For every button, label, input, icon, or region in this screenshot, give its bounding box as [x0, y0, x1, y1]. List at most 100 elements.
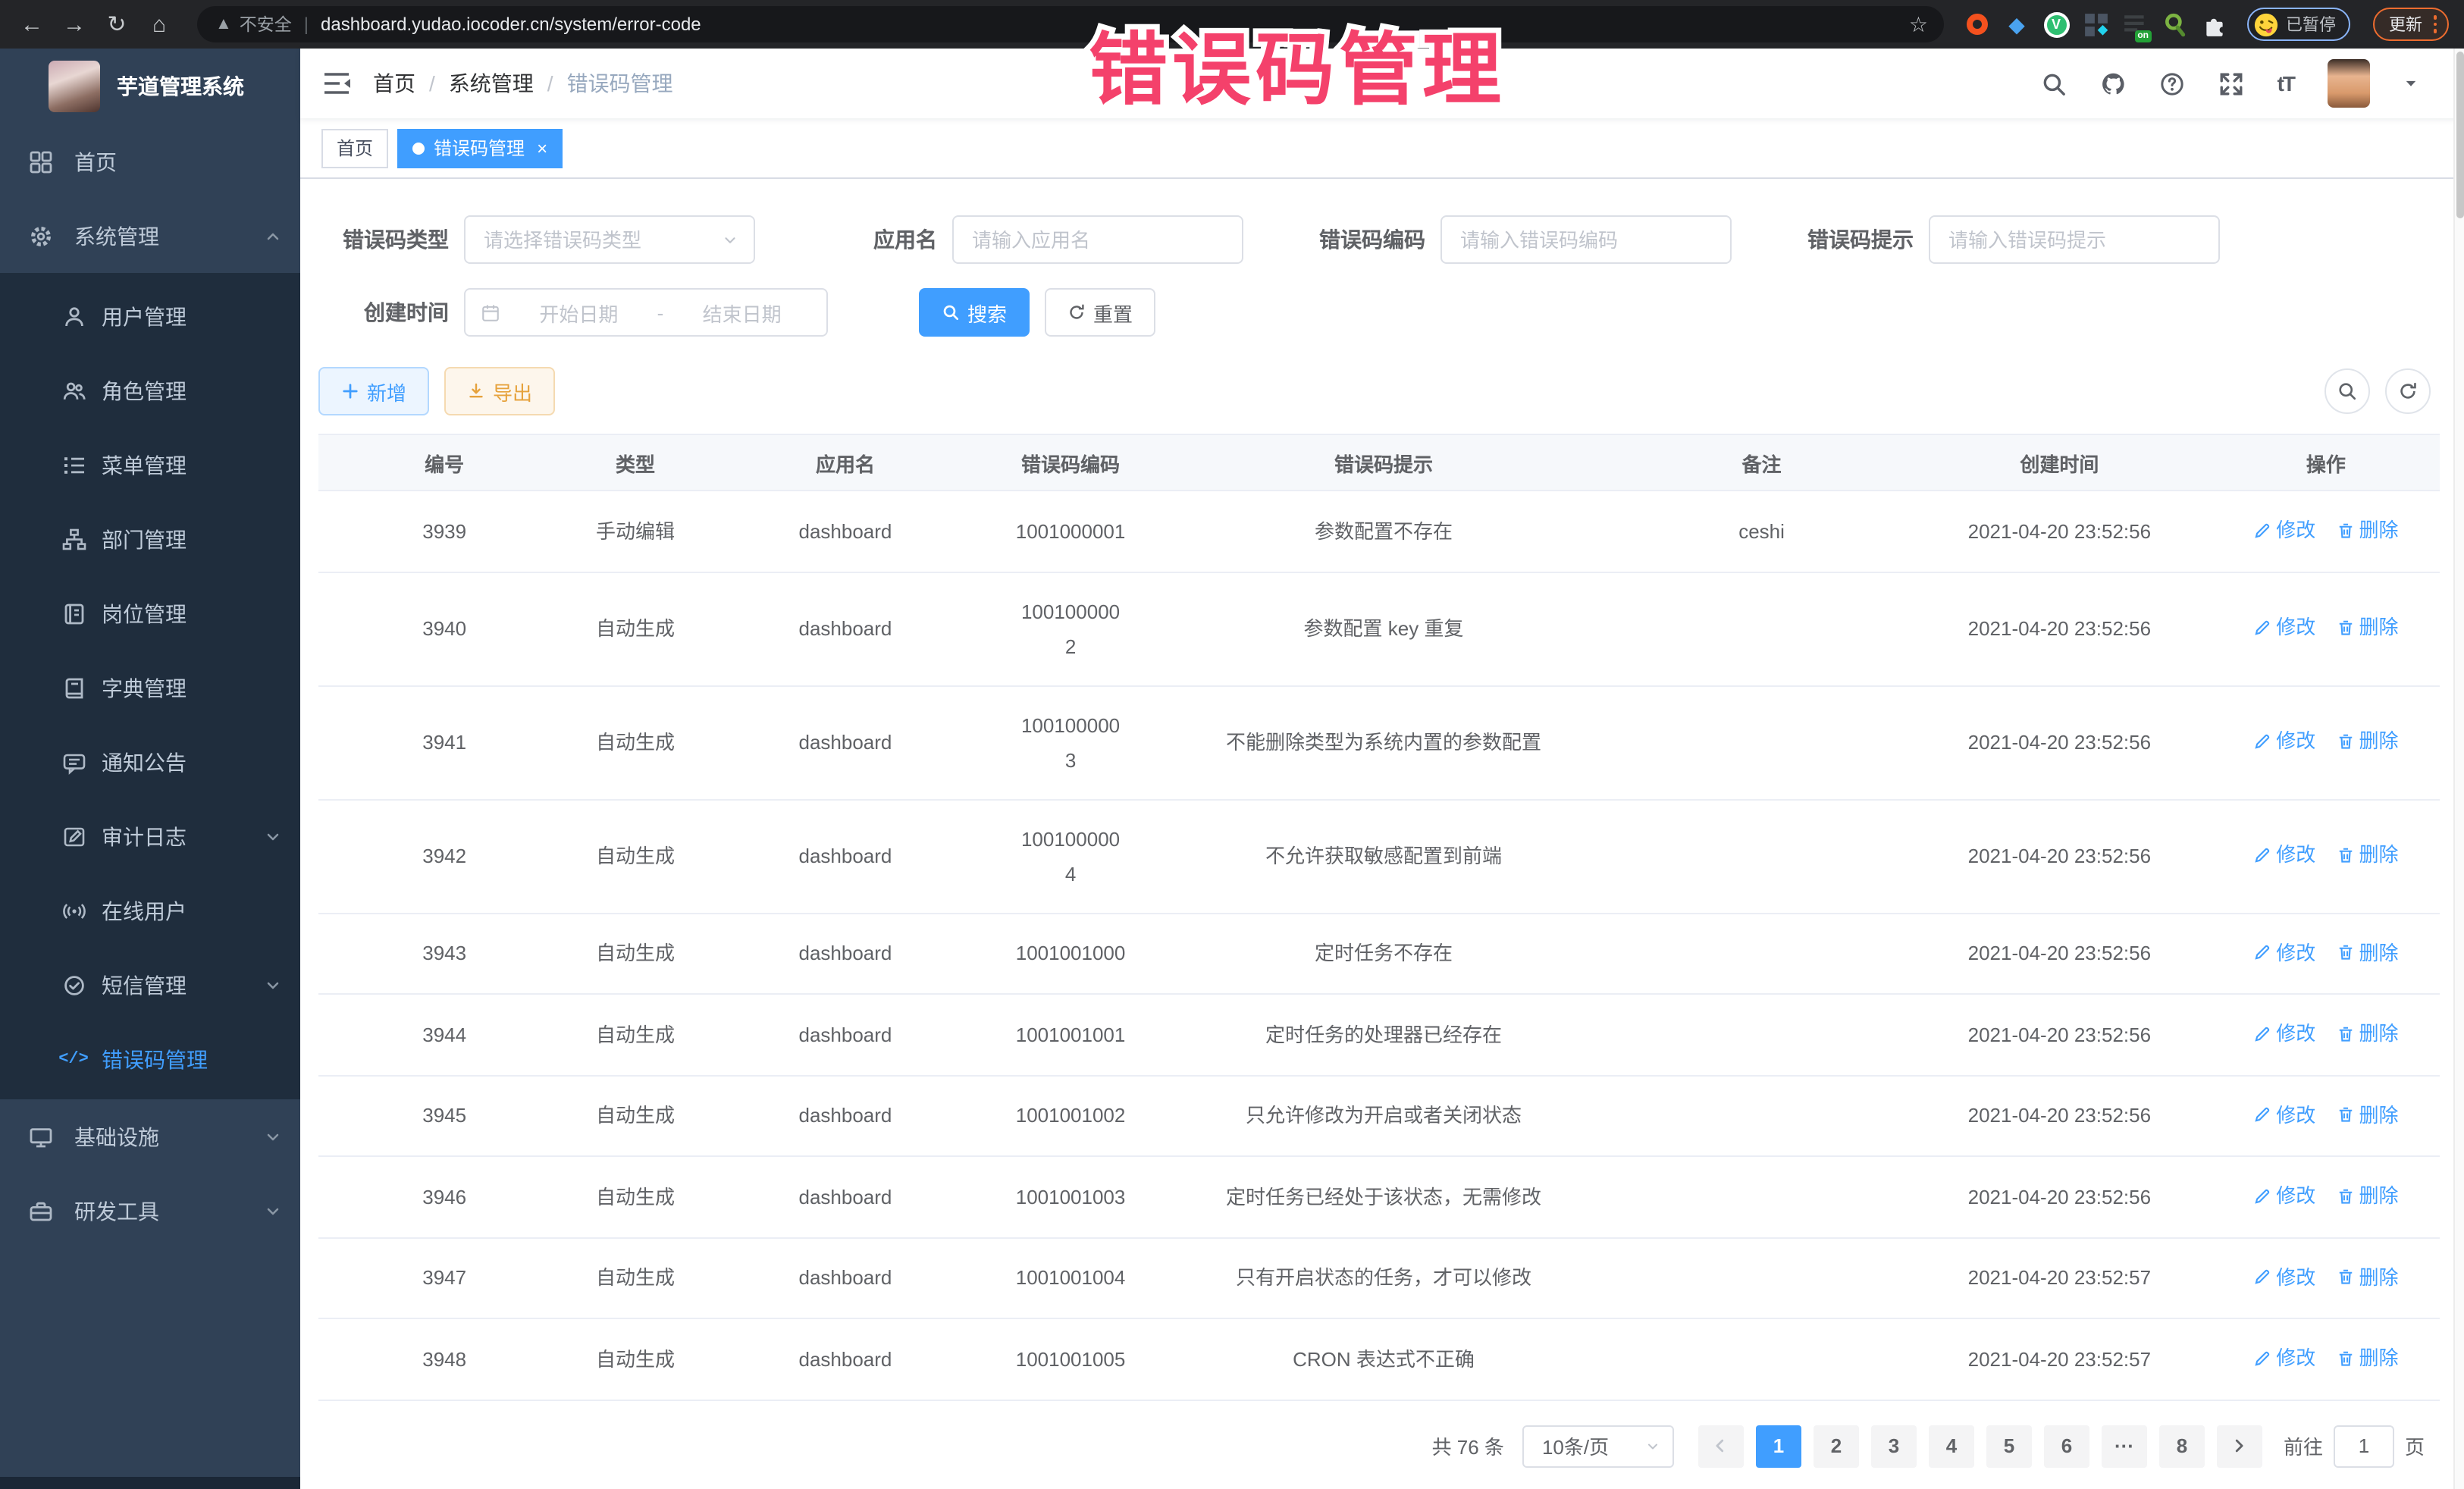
table-search-icon[interactable] [2324, 368, 2370, 414]
browser-update-button[interactable]: 更新 [2372, 8, 2449, 41]
app-name-field[interactable] [952, 215, 1243, 264]
edit-button[interactable]: 修改 [2253, 838, 2315, 873]
extension-orange-ring-icon[interactable] [1964, 11, 1990, 37]
export-button[interactable]: 导出 [444, 367, 555, 415]
delete-button[interactable]: 删除 [2337, 1259, 2399, 1294]
error-hint-field[interactable] [1929, 215, 2220, 264]
page-button-3[interactable]: 3 [1871, 1425, 1917, 1467]
edit-button[interactable]: 修改 [2253, 1178, 2315, 1213]
breadcrumb-home[interactable]: 首页 [373, 68, 415, 99]
extension-gem-icon[interactable]: ◆ [2004, 11, 2030, 37]
back-icon[interactable]: ← [15, 8, 49, 41]
home-icon[interactable]: ⌂ [143, 8, 176, 41]
org-tree-icon [61, 526, 86, 552]
tab-error-code[interactable]: 错误码管理 × [397, 128, 563, 168]
page-button-6[interactable]: 6 [2044, 1425, 2089, 1467]
page-button-4[interactable]: 4 [1929, 1425, 1974, 1467]
next-page-button[interactable] [2217, 1425, 2262, 1467]
delete-button[interactable]: 删除 [2337, 1178, 2399, 1213]
address-bar[interactable]: ▲ 不安全 | dashboard.yudao.iocoder.cn/syste… [197, 6, 1943, 42]
reset-button[interactable]: 重置 [1045, 288, 1155, 337]
fullscreen-icon[interactable] [2218, 71, 2244, 96]
delete-button[interactable]: 删除 [2337, 1340, 2399, 1375]
header-search-icon[interactable] [2041, 71, 2067, 96]
page-scrollbar[interactable] [2453, 49, 2464, 1489]
extension-list-on-icon[interactable]: on [2122, 11, 2148, 37]
extension-vue-icon[interactable]: V [2043, 11, 2069, 37]
bookmark-star-icon[interactable]: ☆ [1909, 11, 1928, 37]
edit-button[interactable]: 修改 [2253, 1097, 2315, 1132]
delete-button[interactable]: 删除 [2337, 724, 2399, 759]
edit-button[interactable]: 修改 [2253, 610, 2315, 645]
page-button-2[interactable]: 2 [1814, 1425, 1859, 1467]
end-date-placeholder[interactable]: 结束日期 [672, 298, 811, 327]
error-hint-input[interactable] [1945, 227, 2203, 252]
sidebar-item-departments[interactable]: 部门管理 [0, 502, 300, 576]
add-button-label: 新增 [367, 377, 406, 406]
prev-page-button[interactable] [1698, 1425, 1744, 1467]
delete-button[interactable]: 删除 [2337, 610, 2399, 645]
sidebar-item-home[interactable]: 首页 [0, 124, 300, 199]
sidebar-item-posts[interactable]: 岗位管理 [0, 576, 300, 650]
sidebar-item-users[interactable]: 用户管理 [0, 279, 300, 353]
sidebar-item-devtools[interactable]: 研发工具 [0, 1174, 300, 1248]
reload-icon[interactable]: ↻ [100, 8, 133, 41]
hamburger-icon[interactable] [321, 68, 352, 99]
extension-grid-icon[interactable] [2083, 11, 2108, 37]
delete-button[interactable]: 删除 [2337, 1097, 2399, 1132]
page-size-select[interactable]: 10条/页 [1522, 1425, 1674, 1467]
close-icon[interactable]: × [537, 139, 547, 157]
delete-button[interactable]: 删除 [2337, 935, 2399, 970]
error-type-select[interactable] [464, 215, 755, 264]
edit-button[interactable]: 修改 [2253, 513, 2315, 547]
table-refresh-icon[interactable] [2385, 368, 2431, 414]
github-icon[interactable] [2100, 71, 2126, 96]
error-code-input[interactable] [1457, 227, 1715, 252]
edit-icon [2253, 1268, 2271, 1286]
delete-button[interactable]: 删除 [2337, 1016, 2399, 1051]
user-icon [61, 303, 86, 329]
delete-button-label: 删除 [2359, 1340, 2399, 1375]
sidebar-item-dictionary[interactable]: 字典管理 [0, 650, 300, 725]
extensions-puzzle-icon[interactable] [2201, 11, 2227, 37]
forward-icon[interactable]: → [58, 8, 91, 41]
error-code-field[interactable] [1440, 215, 1732, 264]
error-type-select-input[interactable] [481, 227, 722, 252]
extension-green-icon[interactable] [2161, 11, 2187, 37]
delete-button[interactable]: 删除 [2337, 513, 2399, 547]
user-avatar[interactable] [2328, 59, 2370, 108]
goto-page-input[interactable] [2334, 1425, 2394, 1467]
page-button-1[interactable]: 1 [1756, 1425, 1801, 1467]
start-date-placeholder[interactable]: 开始日期 [509, 298, 648, 327]
sidebar-item-sms[interactable]: 短信管理 [0, 948, 300, 1022]
edit-button[interactable]: 修改 [2253, 1259, 2315, 1294]
search-button[interactable]: 搜索 [919, 288, 1030, 337]
sidebar-item-audit-log[interactable]: 审计日志 [0, 799, 300, 873]
cell-time: 2021-04-20 23:52:56 [1907, 799, 2212, 913]
tab-home[interactable]: 首页 [321, 128, 388, 168]
font-size-icon[interactable]: tT [2277, 71, 2294, 96]
sidebar-item-announcements[interactable]: 通知公告 [0, 725, 300, 799]
edit-button[interactable]: 修改 [2253, 724, 2315, 759]
sidebar-item-error-code[interactable]: </> 错误码管理 [0, 1022, 300, 1096]
edit-button[interactable]: 修改 [2253, 1016, 2315, 1051]
help-icon[interactable] [2159, 71, 2185, 96]
browser-menu-icon[interactable] [2433, 16, 2437, 33]
sidebar-item-menus[interactable]: 菜单管理 [0, 428, 300, 502]
sidebar-item-online-users[interactable]: 在线用户 [0, 873, 300, 948]
breadcrumb-system[interactable]: 系统管理 [449, 68, 534, 99]
caret-down-icon[interactable] [2403, 76, 2419, 91]
page-ellipsis[interactable]: ··· [2102, 1425, 2147, 1467]
sidebar-item-roles[interactable]: 角色管理 [0, 353, 300, 428]
edit-button[interactable]: 修改 [2253, 935, 2315, 970]
delete-button[interactable]: 删除 [2337, 838, 2399, 873]
sidebar-item-system[interactable]: 系统管理 [0, 199, 300, 273]
date-range-picker[interactable]: 开始日期 - 结束日期 [464, 288, 828, 337]
edit-button[interactable]: 修改 [2253, 1340, 2315, 1375]
add-button[interactable]: 新增 [318, 367, 429, 415]
page-button-5[interactable]: 5 [1986, 1425, 2032, 1467]
page-button-8[interactable]: 8 [2159, 1425, 2205, 1467]
app-name-input[interactable] [969, 227, 1227, 252]
sidebar-item-infrastructure[interactable]: 基础设施 [0, 1099, 300, 1174]
browser-profile-button[interactable]: 已暂停 [2246, 8, 2350, 41]
